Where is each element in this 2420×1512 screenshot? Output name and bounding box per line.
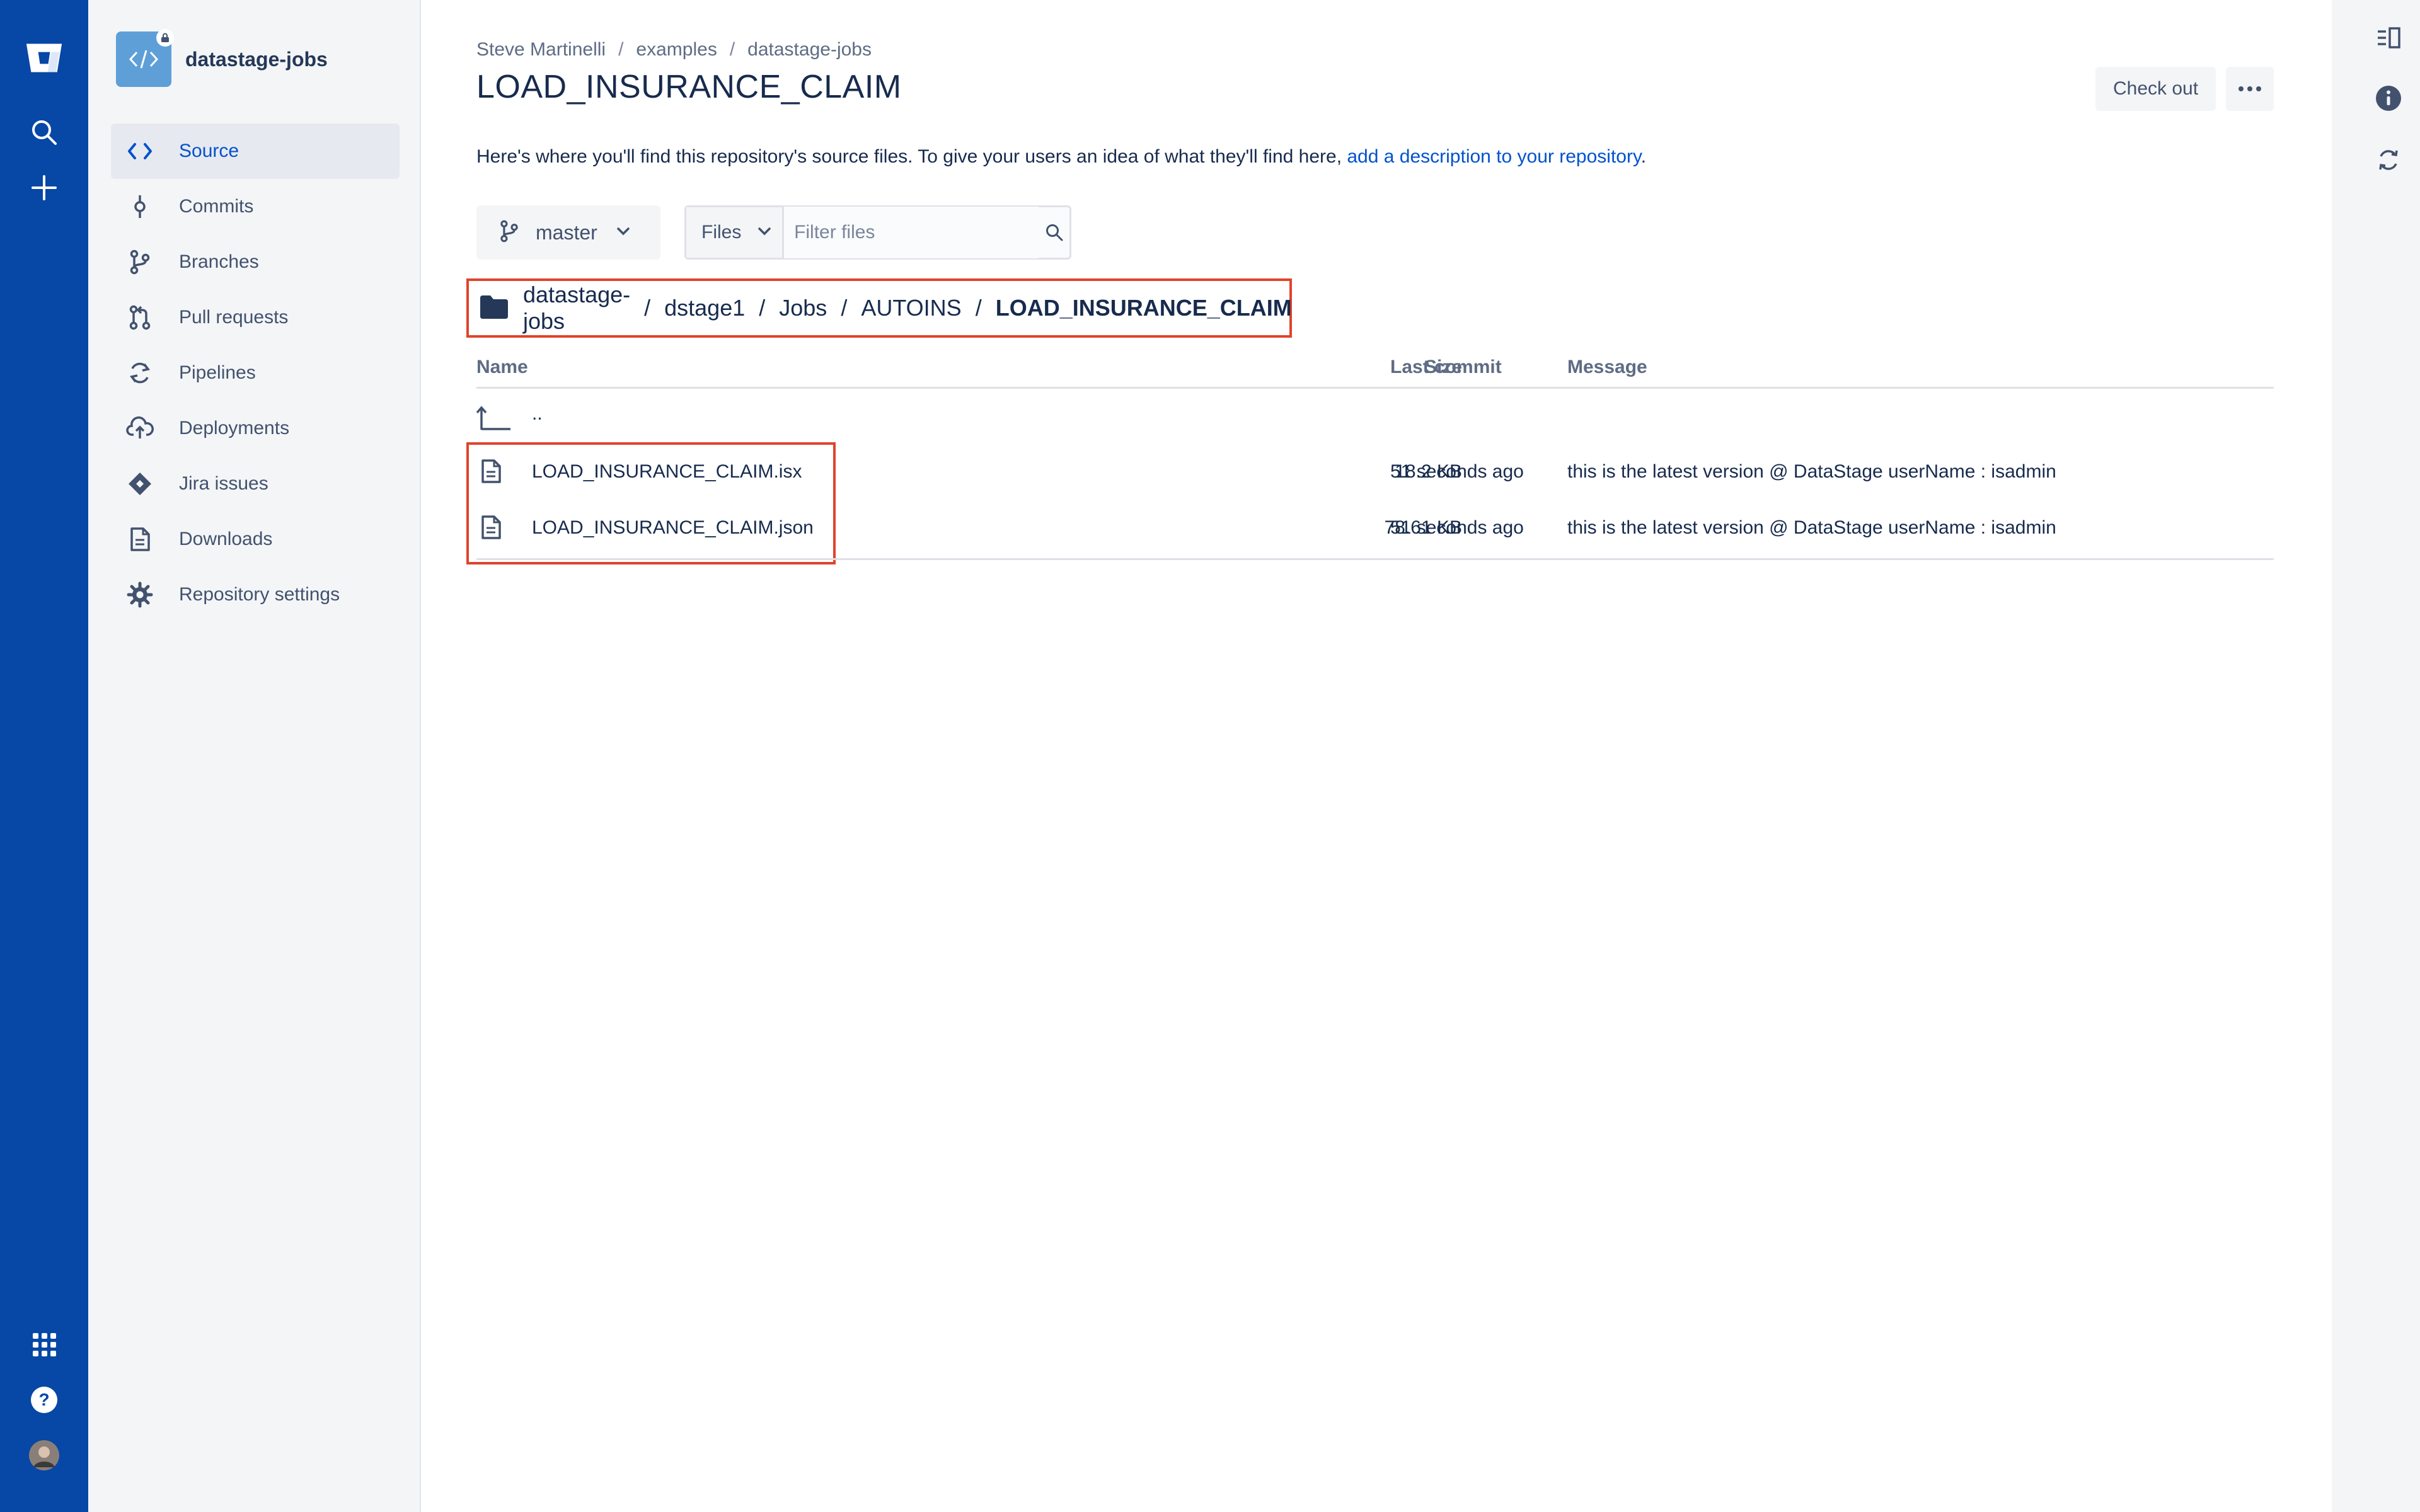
file-table-header: Name Size Last commit Message <box>476 353 2274 389</box>
path-segment[interactable]: dstage1 <box>664 295 745 321</box>
document-icon <box>126 525 154 553</box>
file-filter: Files <box>684 205 1071 260</box>
column-header-last-commit[interactable]: Last commit <box>1390 357 1502 378</box>
sidebar-item-label: Commits <box>179 196 254 217</box>
help-icon[interactable]: ? <box>25 1381 63 1419</box>
pull-request-icon <box>126 304 154 331</box>
parent-folder-icon <box>476 404 512 434</box>
path-segment-current: LOAD_INSURANCE_CLAIM <box>995 295 1292 321</box>
user-avatar[interactable] <box>25 1436 63 1474</box>
create-plus-icon[interactable] <box>25 169 63 207</box>
column-header-name[interactable]: Name <box>476 357 528 378</box>
commit-icon <box>126 193 154 220</box>
breadcrumb-item-owner[interactable]: Steve Martinelli <box>476 39 606 60</box>
search-icon[interactable] <box>1039 223 1069 242</box>
current-path: datastage-jobs / dstage1 / Jobs / AUTOIN… <box>466 278 1292 338</box>
file-commit-message[interactable]: this is the latest version @ DataStage u… <box>1567 461 2056 483</box>
sidebar-item-repository-settings[interactable]: Repository settings <box>111 567 400 622</box>
chevron-down-icon <box>758 227 771 239</box>
global-nav: ? <box>0 0 88 1512</box>
sidebar-item-label: Pull requests <box>179 307 289 328</box>
parent-directory-row[interactable]: .. <box>476 389 2274 445</box>
more-icon <box>2237 84 2262 94</box>
path-separator: / <box>759 295 766 321</box>
sidebar-item-label: Jira issues <box>179 473 268 494</box>
gear-icon <box>126 581 154 609</box>
sidebar-item-deployments[interactable]: Deployments <box>111 401 400 456</box>
sidebar-item-pipelines[interactable]: Pipelines <box>111 345 400 401</box>
main-content: Steve Martinelli / examples / datastage-… <box>421 0 2331 1512</box>
sidebar-item-branches[interactable]: Branches <box>111 234 400 290</box>
app-switcher-icon[interactable] <box>25 1326 63 1363</box>
page-title: LOAD_INSURANCE_CLAIM <box>476 69 902 105</box>
parent-directory-link[interactable]: .. <box>532 403 543 425</box>
breadcrumb-separator: / <box>618 39 624 60</box>
path-separator: / <box>975 295 982 321</box>
sidebar-item-pull-requests[interactable]: Pull requests <box>111 290 400 345</box>
repo-header[interactable]: datastage-jobs <box>116 29 328 87</box>
breadcrumb-item-repo[interactable]: datastage-jobs <box>747 39 872 60</box>
path-segment[interactable]: datastage-jobs <box>523 282 630 335</box>
branch-icon <box>126 248 154 276</box>
sidebar-item-source[interactable]: Source <box>111 123 400 179</box>
repo-avatar[interactable] <box>116 29 174 87</box>
sidebar-toggle-icon[interactable] <box>2371 20 2406 55</box>
breadcrumb: Steve Martinelli / examples / datastage-… <box>476 39 872 60</box>
path-segment[interactable]: AUTOINS <box>861 295 961 321</box>
pipelines-icon <box>126 359 154 387</box>
path-separator: / <box>644 295 651 321</box>
branch-selector[interactable]: master <box>476 205 660 260</box>
intro-text: Here's where you'll find this repository… <box>476 146 1646 168</box>
repo-name[interactable]: datastage-jobs <box>185 48 328 71</box>
sidebar-item-label: Branches <box>179 251 259 272</box>
folder-icon <box>479 294 509 323</box>
sidebar-item-label: Pipelines <box>179 362 256 383</box>
filter-files-input[interactable] <box>784 207 1039 258</box>
sidebar-item-label: Deployments <box>179 418 290 438</box>
check-out-button[interactable]: Check out <box>2095 67 2216 111</box>
breadcrumb-item-project[interactable]: examples <box>636 39 717 60</box>
sidebar-item-jira-issues[interactable]: Jira issues <box>111 456 400 512</box>
right-rail <box>2332 0 2420 1512</box>
breadcrumb-separator: / <box>729 39 735 60</box>
path-segment[interactable]: Jobs <box>779 295 827 321</box>
sidebar-nav: Source Commits Branches Pull requests Pi… <box>111 123 400 622</box>
file-last-commit[interactable]: 51 seconds ago <box>1390 461 1524 483</box>
add-description-link[interactable]: add a description to your repository <box>1347 146 1640 167</box>
intro-end: . <box>1640 146 1647 167</box>
bitbucket-logo-icon[interactable] <box>25 39 63 77</box>
sidebar-item-commits[interactable]: Commits <box>111 179 400 234</box>
more-actions-button[interactable] <box>2226 67 2274 111</box>
search-icon[interactable] <box>25 113 63 151</box>
file-commit-message[interactable]: this is the latest version @ DataStage u… <box>1567 517 2056 539</box>
files-type-dropdown[interactable]: Files <box>686 207 785 258</box>
file-last-commit[interactable]: 51 seconds ago <box>1390 517 1524 539</box>
branch-name: master <box>536 220 597 244</box>
sidebar-item-label: Repository settings <box>179 584 340 605</box>
intro-body: Here's where you'll find this repository… <box>476 146 1347 167</box>
path-separator: / <box>841 295 848 321</box>
sidebar-item-label: Source <box>179 140 239 161</box>
branch-icon <box>498 219 521 247</box>
repo-sidebar: datastage-jobs Source Commits Branches P… <box>88 0 421 1512</box>
sync-icon[interactable] <box>2371 142 2406 178</box>
info-icon[interactable] <box>2371 81 2406 116</box>
sidebar-item-label: Downloads <box>179 529 273 549</box>
table-divider <box>476 558 2274 560</box>
sidebar-item-downloads[interactable]: Downloads <box>111 512 400 567</box>
cloud-upload-icon <box>126 415 154 442</box>
code-icon <box>126 137 154 165</box>
column-header-message[interactable]: Message <box>1567 357 1647 378</box>
jira-icon <box>126 470 154 498</box>
lock-icon <box>156 29 174 47</box>
files-highlight-box <box>466 442 836 564</box>
files-type-label: Files <box>701 222 742 243</box>
svg-text:?: ? <box>38 1390 49 1409</box>
chevron-down-icon <box>616 227 630 239</box>
